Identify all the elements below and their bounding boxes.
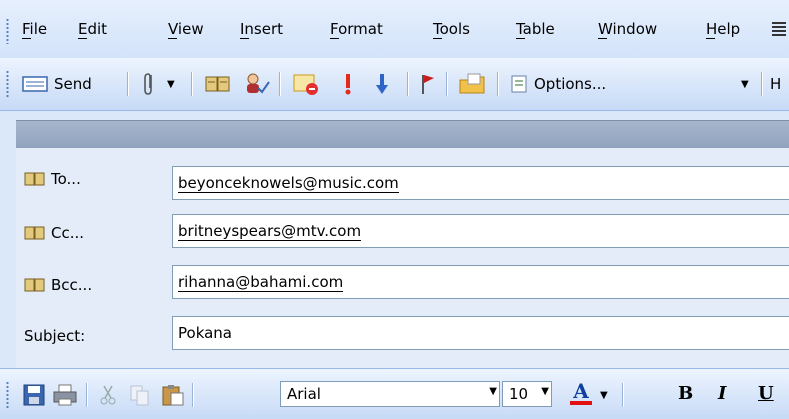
send-label: Send: [54, 75, 92, 93]
separator: [622, 383, 624, 407]
menu-bar: File Edit View Insert Format Tools Table…: [0, 0, 789, 58]
paste-button[interactable]: [160, 381, 186, 409]
font-color-dropdown[interactable]: ▼: [600, 381, 608, 409]
bcc-recipient[interactable]: rihanna@bahami.com: [178, 273, 344, 292]
check-names-icon: [247, 73, 270, 94]
menu-help[interactable]: Help: [706, 20, 740, 39]
attach-paperclip-icon: [144, 73, 152, 95]
grip-icon[interactable]: [6, 70, 9, 98]
menu-edit[interactable]: Edit: [78, 20, 107, 39]
bcc-button[interactable]: Bcc...: [24, 276, 92, 294]
folder-icon: [459, 73, 485, 94]
options-icon: [511, 75, 527, 93]
chevron-down-icon: ▼: [167, 78, 175, 90]
menu-overflow-icon[interactable]: [772, 22, 786, 36]
cc-label: Cc...: [51, 224, 85, 242]
options-dropdown[interactable]: ▼: [741, 70, 749, 98]
separator: [192, 383, 194, 407]
grip-icon[interactable]: [6, 381, 9, 409]
menu-view[interactable]: View: [168, 20, 204, 39]
cut-button[interactable]: [98, 381, 118, 409]
font-name-select[interactable]: Arial ▼: [280, 381, 500, 407]
subject-label-text: Subject:: [24, 327, 86, 345]
to-label: To...: [51, 170, 81, 188]
to-field[interactable]: beyonceknowels@music.com: [172, 166, 789, 200]
importance-low-button[interactable]: [375, 70, 389, 98]
check-names-button[interactable]: [244, 70, 270, 98]
cc-field[interactable]: britneyspears@mtv.com: [172, 214, 789, 248]
address-book-icon: [205, 76, 230, 92]
cc-button[interactable]: Cc...: [24, 224, 84, 242]
underline-button[interactable]: U: [758, 383, 774, 404]
save-button[interactable]: [22, 381, 46, 409]
bcc-field[interactable]: rihanna@bahami.com: [172, 265, 789, 299]
address-book-icon: [24, 172, 45, 186]
copy-button[interactable]: [128, 381, 152, 409]
importance-high-button[interactable]: [343, 70, 353, 98]
formatting-toolbar: Arial ▼ 10 ▼ A ▼ B I U: [0, 368, 789, 419]
separator: [191, 72, 193, 96]
chevron-down-icon[interactable]: ▼: [489, 386, 497, 397]
address-book-icon: [24, 278, 45, 292]
separator: [761, 72, 763, 96]
chevron-down-icon: ▼: [741, 78, 749, 90]
subject-field[interactable]: Pokana: [172, 316, 789, 350]
importance-low-icon: [376, 74, 388, 94]
address-book-icon: [24, 226, 45, 240]
font-color-button[interactable]: A: [570, 381, 592, 409]
print-button[interactable]: [52, 381, 78, 409]
paste-icon: [162, 385, 184, 406]
separator: [497, 72, 499, 96]
standard-toolbar: Send ▼ Options... ▼ H: [0, 58, 789, 111]
signature-icon: [293, 74, 318, 95]
compose-window: File Edit View Insert Format Tools Table…: [0, 0, 789, 419]
menu-table[interactable]: Table: [516, 20, 555, 39]
cut-icon: [100, 385, 116, 405]
send-envelope-icon: [22, 76, 48, 92]
options-button[interactable]: Options...: [510, 70, 606, 98]
send-button[interactable]: Send: [22, 70, 92, 98]
flag-button[interactable]: [420, 70, 436, 98]
signature-button[interactable]: [292, 70, 320, 98]
bcc-label: Bcc...: [51, 276, 93, 294]
attach-dropdown[interactable]: ▼: [167, 70, 175, 98]
font-size-value: 10: [509, 385, 529, 403]
copy-icon: [130, 385, 149, 406]
toolbar-overflow[interactable]: H: [770, 70, 781, 98]
grip-icon[interactable]: [6, 18, 9, 44]
menu-tools[interactable]: Tools: [433, 20, 470, 39]
menu-format[interactable]: Format: [330, 20, 383, 39]
separator: [446, 72, 448, 96]
font-name-value: Arial: [287, 385, 321, 403]
info-bar: [16, 120, 789, 149]
cc-recipient[interactable]: britneyspears@mtv.com: [178, 222, 362, 241]
attach-button[interactable]: [142, 70, 156, 98]
font-color-letter: A: [573, 379, 589, 403]
to-recipient[interactable]: beyonceknowels@music.com: [178, 174, 399, 193]
folder-button[interactable]: [458, 70, 488, 98]
flag-icon: [422, 75, 434, 94]
italic-button[interactable]: I: [718, 383, 726, 404]
importance-high-icon: [345, 74, 351, 95]
separator: [86, 383, 88, 407]
to-button[interactable]: To...: [24, 170, 81, 188]
chevron-down-icon: ▼: [600, 389, 608, 401]
separator: [407, 72, 409, 96]
menu-window[interactable]: Window: [598, 20, 657, 39]
font-size-select[interactable]: 10 ▼: [502, 381, 552, 407]
toolbar-trailing-label: H: [770, 75, 782, 93]
options-label: Options...: [534, 75, 607, 93]
save-icon: [23, 384, 45, 406]
subject-label: Subject:: [24, 327, 85, 345]
separator: [279, 72, 281, 96]
address-book-button[interactable]: [204, 70, 232, 98]
subject-value: Pokana: [178, 324, 233, 342]
menu-file[interactable]: File: [22, 20, 47, 39]
bold-button[interactable]: B: [678, 383, 693, 404]
menu-insert[interactable]: Insert: [240, 20, 283, 39]
chevron-down-icon[interactable]: ▼: [541, 386, 549, 397]
separator: [127, 72, 129, 96]
font-color-swatch: [570, 401, 592, 405]
print-icon: [53, 384, 77, 406]
